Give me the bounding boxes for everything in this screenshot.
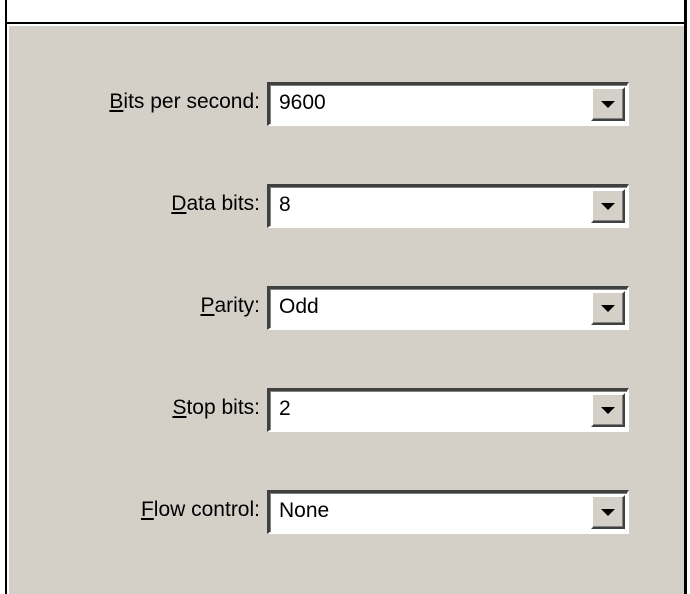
bits-per-second-label-text: its per second: — [123, 90, 260, 113]
bits-per-second-row: Bits per second: 9600 — [0, 82, 690, 126]
stop-bits-label-text: top bits: — [186, 396, 260, 419]
data-bits-label: Data bits: — [171, 192, 260, 216]
flow-control-value: None — [279, 499, 330, 522]
flow-control-accesskey: F — [140, 498, 154, 521]
parity-accesskey: P — [200, 294, 215, 317]
chevron-down-icon — [601, 509, 615, 516]
chevron-down-icon — [601, 305, 615, 312]
stop-bits-value: 2 — [279, 397, 291, 420]
bits-per-second-value: 9600 — [279, 91, 326, 114]
top-highlight — [7, 24, 684, 26]
parity-label: Parity: — [200, 294, 260, 318]
stop-bits-row: Stop bits: 2 — [0, 388, 690, 432]
data-bits-value: 8 — [279, 193, 291, 216]
port-settings-panel: Bits per second: 9600 Data bits: 8 Parit… — [0, 0, 690, 594]
flow-control-select[interactable]: None — [267, 490, 629, 534]
bits-per-second-accesskey: B — [109, 90, 124, 113]
flow-control-label-text: low control: — [153, 498, 260, 521]
top-strip — [0, 0, 690, 22]
data-bits-select[interactable]: 8 — [267, 184, 629, 228]
parity-label-text: arity: — [214, 294, 260, 317]
flow-control-label: Flow control: — [141, 498, 260, 522]
parity-value: Odd — [279, 295, 319, 318]
bits-per-second-select[interactable]: 9600 — [267, 82, 629, 126]
data-bits-label-text: ata bits: — [186, 192, 260, 215]
data-bits-row: Data bits: 8 — [0, 184, 690, 228]
chevron-down-icon — [601, 407, 615, 414]
flow-control-row: Flow control: None — [0, 490, 690, 534]
parity-select[interactable]: Odd — [267, 286, 629, 330]
parity-row: Parity: Odd — [0, 286, 690, 330]
bits-per-second-label: Bits per second: — [109, 90, 260, 114]
data-bits-accesskey: D — [171, 192, 187, 215]
stop-bits-label: Stop bits: — [172, 396, 260, 420]
chevron-down-icon — [601, 101, 615, 108]
parity-dropdown-button[interactable] — [591, 291, 625, 325]
stop-bits-accesskey: S — [172, 396, 187, 419]
flow-control-dropdown-button[interactable] — [591, 495, 625, 529]
chevron-down-icon — [601, 203, 615, 210]
stop-bits-select[interactable]: 2 — [267, 388, 629, 432]
data-bits-dropdown-button[interactable] — [591, 189, 625, 223]
stop-bits-dropdown-button[interactable] — [591, 393, 625, 427]
bits-per-second-dropdown-button[interactable] — [591, 87, 625, 121]
